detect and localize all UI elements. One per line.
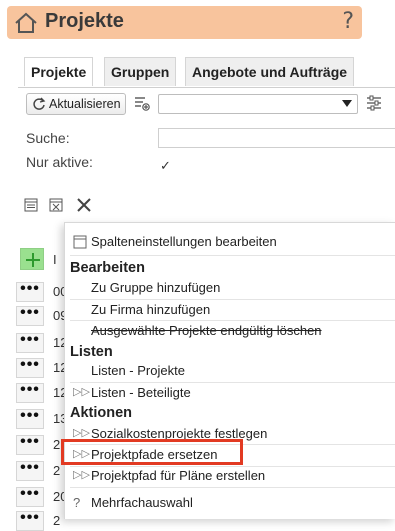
page-header: Projekte ? (7, 6, 362, 39)
column-header-fragment: I (53, 252, 57, 267)
row-text: 2 (53, 437, 61, 452)
menu-item-add-to-company[interactable]: Zu Firma hinzufügen (65, 302, 395, 320)
row-menu-button[interactable]: ••• (16, 460, 44, 481)
submenu-arrow-icon: ▷▷ (73, 386, 90, 398)
submenu-arrow-icon: ▷▷ (73, 469, 90, 481)
row-menu-button[interactable]: ••• (16, 332, 44, 353)
row-menu-button[interactable]: ••• (16, 382, 44, 403)
page-title: Projekte (45, 10, 124, 32)
menu-section-lists: Listen (70, 344, 113, 360)
row-menu-button[interactable]: ••• (16, 305, 44, 326)
question-icon: ? (73, 495, 81, 510)
menu-item-create-plan-path[interactable]: ▷▷ Projektpfad für Pläne erstellen (65, 468, 395, 486)
menu-item-column-settings[interactable]: Spalteneinstellungen bearbeiten (65, 234, 395, 252)
chevron-down-icon (342, 100, 352, 107)
menu-section-edit: Bearbeiten (70, 260, 145, 276)
row-menu-button[interactable]: ••• (16, 434, 44, 455)
row-menu-button[interactable]: ••• (16, 408, 44, 429)
menu-item-social-cost[interactable]: ▷▷ Sozialkostenprojekte festlegen (65, 426, 395, 444)
menu-section-actions: Aktionen (70, 405, 133, 421)
menu-item-list-participants[interactable]: ▷▷ Listen - Beteiligte (65, 385, 395, 403)
row-menu-button[interactable]: ••• (16, 510, 44, 531)
close-icon[interactable] (75, 196, 93, 214)
menu-item-replace-paths[interactable]: ▷▷ Projektpfade ersetzen (65, 447, 395, 465)
menu-divider (70, 487, 395, 488)
refresh-icon (33, 97, 46, 110)
menu-item-list-projects[interactable]: Listen - Projekte (65, 363, 395, 381)
row-text: 2 (53, 513, 61, 528)
menu-divider (70, 466, 395, 467)
add-project-button[interactable] (20, 248, 44, 270)
menu-item-label: Spalteneinstellungen bearbeiten (91, 234, 277, 249)
menu-divider (70, 444, 395, 445)
calendar-icon (73, 235, 87, 249)
search-label: Suche: (26, 130, 70, 146)
home-icon[interactable] (13, 11, 39, 35)
refresh-button[interactable]: Aktualisieren (26, 93, 126, 115)
menu-item-add-to-group[interactable]: Zu Gruppe hinzufügen (65, 280, 395, 298)
active-only-label: Nur aktive: (26, 154, 93, 170)
menu-item-delete-selected[interactable]: Ausgewählte Projekte endgültig löschen (65, 323, 395, 341)
menu-item-label: Zu Firma hinzufügen (91, 302, 211, 317)
menu-item-label: Zu Gruppe hinzufügen (91, 280, 221, 295)
menu-item-label: Projektpfad für Pläne erstellen (91, 468, 266, 483)
refresh-label: Aktualisieren (49, 97, 121, 111)
row-menu-button[interactable]: ••• (16, 357, 44, 378)
menu-item-label: Sozialkostenprojekte festlegen (91, 426, 268, 441)
filter-select[interactable] (158, 94, 358, 114)
menu-divider (70, 299, 395, 300)
row-menu-button[interactable]: ••• (16, 281, 44, 302)
menu-item-label: Projektpfade ersetzen (91, 447, 218, 462)
menu-item-label: Listen - Projekte (91, 363, 185, 378)
filter-settings-icon[interactable] (366, 95, 382, 111)
context-menu: Spalteneinstellungen bearbeiten Bearbeit… (64, 222, 395, 519)
menu-divider (70, 255, 395, 256)
row-menu-button[interactable]: ••• (16, 486, 44, 507)
active-only-checkbox[interactable]: ✓ (160, 158, 171, 174)
menu-item-label: Mehrfachauswahl (91, 495, 193, 510)
submenu-arrow-icon: ▷▷ (73, 427, 90, 439)
menu-divider (70, 382, 395, 383)
tab-gruppen[interactable]: Gruppen (104, 57, 177, 86)
submenu-arrow-icon: ▷▷ (73, 448, 90, 460)
tab-bar: Projekte Gruppen Angebote und Aufträge (18, 55, 395, 88)
help-icon[interactable]: ? (342, 9, 354, 34)
list-view-icon[interactable] (24, 198, 38, 212)
menu-item-label: Listen - Beteiligte (91, 385, 191, 400)
tab-projekte[interactable]: Projekte (24, 57, 94, 86)
tab-angebote[interactable]: Angebote und Aufträge (185, 57, 355, 86)
search-input[interactable] (158, 128, 395, 148)
menu-item-multi-select[interactable]: ? Mehrfachauswahl (65, 495, 395, 513)
menu-item-label: Ausgewählte Projekte endgültig löschen (91, 323, 322, 338)
menu-divider (70, 320, 395, 321)
export-icon[interactable] (49, 198, 63, 212)
add-filter-icon[interactable] (134, 95, 150, 111)
row-text: 2 (53, 463, 61, 478)
